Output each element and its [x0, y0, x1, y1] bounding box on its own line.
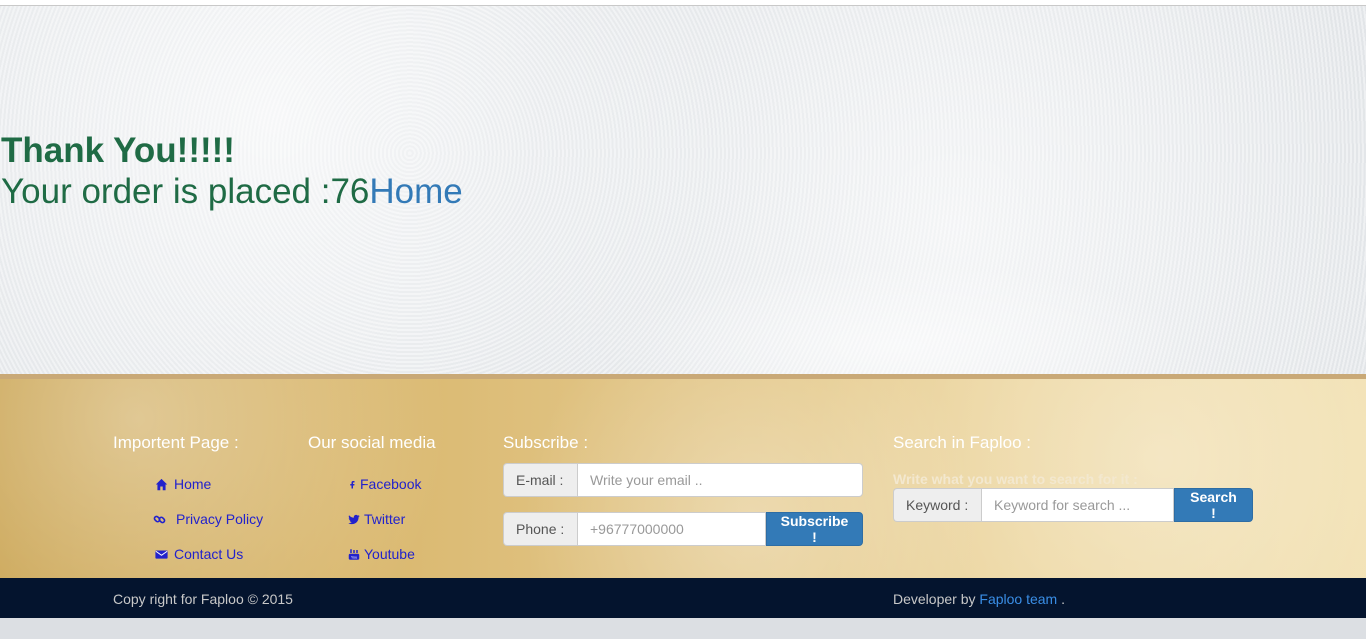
footer-link-home[interactable]: Home: [155, 476, 211, 492]
link-icon: [153, 515, 166, 523]
home-icon: [155, 478, 168, 490]
twitter-icon: [348, 514, 360, 524]
bottom-bar: Copy right for Faploo © 2015 Developer b…: [0, 578, 1366, 618]
phone-field[interactable]: [577, 512, 766, 546]
email-label: E-mail :: [503, 463, 577, 497]
social-link-youtube[interactable]: You Youtube: [348, 546, 415, 562]
footer-link-label: Privacy Policy: [176, 511, 264, 527]
footer-link-label: Home: [174, 476, 212, 492]
search-hint: Write what you want to search for it :: [893, 471, 1138, 487]
search-button[interactable]: Search !: [1174, 488, 1253, 522]
social-link-twitter[interactable]: Twitter: [348, 511, 405, 527]
footer-link-privacy[interactable]: Privacy Policy: [153, 511, 263, 527]
page-bottom-background: [0, 618, 1366, 639]
order-text: Your order is placed :76: [1, 172, 370, 211]
important-pages-title: Importent Page :: [113, 433, 239, 452]
developer-credit: Developer by Faploo team .: [893, 591, 1065, 607]
subscribe-title: Subscribe :: [503, 433, 589, 452]
facebook-icon: [350, 480, 355, 488]
email-input-group: E-mail :: [503, 463, 863, 497]
phone-label: Phone :: [503, 512, 577, 546]
footer: Importent Page : Home Privacy Policy Con…: [0, 374, 1366, 578]
order-message: Your order is placed :76Home: [1, 172, 463, 212]
search-input[interactable]: [981, 488, 1174, 522]
svg-text:You: You: [351, 555, 357, 559]
copyright-text: Copy right for Faploo © 2015: [113, 591, 293, 607]
phone-input-group: Phone : Subscribe !: [503, 512, 863, 546]
social-link-label: Twitter: [364, 511, 406, 527]
hero-section: Thank You!!!!! Your order is placed :76H…: [0, 6, 1366, 374]
social-link-facebook[interactable]: Facebook: [348, 476, 421, 492]
search-input-group: Keyword : Search !: [893, 488, 1253, 522]
developer-link[interactable]: Faploo team: [979, 591, 1057, 607]
email-field[interactable]: [577, 463, 863, 497]
subscribe-button[interactable]: Subscribe !: [766, 512, 863, 546]
social-media-title: Our social media: [308, 433, 436, 452]
social-link-label: Youtube: [364, 546, 415, 562]
envelope-icon: [155, 549, 168, 559]
developer-prefix: Developer by: [893, 591, 976, 607]
social-link-label: Facebook: [360, 476, 422, 492]
developer-suffix: .: [1061, 591, 1065, 607]
home-link[interactable]: Home: [369, 172, 462, 211]
footer-link-contact[interactable]: Contact Us: [155, 546, 243, 562]
footer-link-label: Contact Us: [174, 546, 244, 562]
youtube-icon: You: [348, 548, 360, 560]
search-title: Search in Faploo :: [893, 433, 1031, 452]
keyword-label: Keyword :: [893, 488, 981, 522]
thank-you-heading: Thank You!!!!!: [1, 131, 235, 170]
